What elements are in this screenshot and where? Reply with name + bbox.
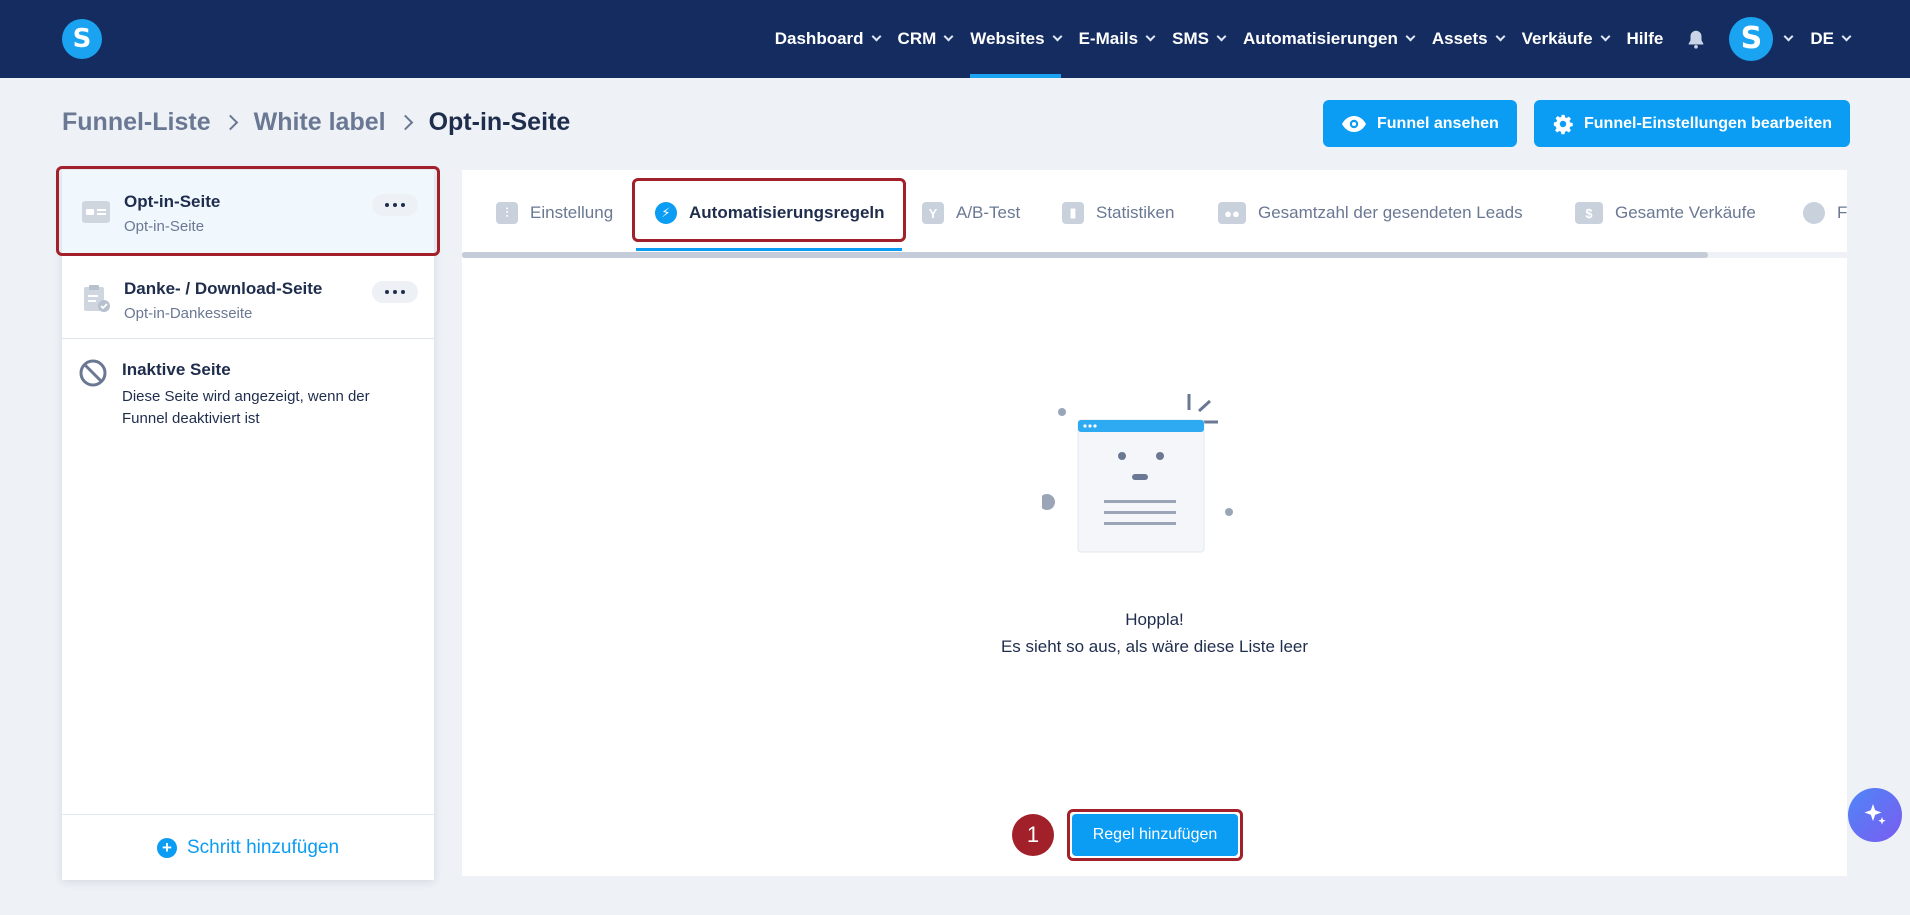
edit-funnel-settings-button[interactable]: Funnel-Einstellungen bearbeiten xyxy=(1534,100,1851,147)
tab-ab-test[interactable]: Y A/B-Test xyxy=(922,198,1020,228)
nav-label: E-Mails xyxy=(1078,29,1139,48)
button-label: Funnel-Einstellungen bearbeiten xyxy=(1584,114,1833,132)
user-avatar[interactable]: S xyxy=(1729,17,1774,61)
split-icon: Y xyxy=(922,202,944,224)
breadcrumb: Funnel-Liste White label Opt-in-Seite xyxy=(62,108,570,137)
nav-menu: Dashboard CRM Websites E-Mails SMS Autom… xyxy=(757,0,1852,78)
empty-state-message: Es sieht so aus, als wäre diese Liste le… xyxy=(1000,637,1309,656)
nav-label: SMS xyxy=(1172,29,1209,48)
chevron-down-icon xyxy=(943,31,954,42)
eye-icon xyxy=(1342,115,1366,132)
nav-item-verkaeufe[interactable]: Verkäufe xyxy=(1521,0,1610,78)
chevron-down-icon xyxy=(1600,31,1610,42)
nav-label: Verkäufe xyxy=(1521,29,1593,48)
button-label: Funnel ansehen xyxy=(1377,114,1499,132)
chevron-right-icon xyxy=(397,114,413,131)
empty-list-illustration-icon xyxy=(1042,394,1233,553)
top-navigation: S Dashboard CRM Websites E-Mails SMS Aut… xyxy=(0,0,1910,78)
nav-item-websites[interactable]: Websites xyxy=(970,0,1063,78)
tab-label: F xyxy=(1837,203,1847,222)
sliders-icon: ⫶ xyxy=(496,202,518,224)
tab-label: Gesamtzahl der gesendeten Leads xyxy=(1258,203,1523,222)
more-options-icon[interactable] xyxy=(372,194,418,216)
chevron-down-icon xyxy=(1216,31,1227,42)
language-label: DE xyxy=(1810,29,1834,48)
chevron-down-icon xyxy=(871,31,881,42)
tab-truncated[interactable]: F xyxy=(1803,198,1847,228)
step-title: Danke- / Download-Seite xyxy=(124,279,323,298)
add-step-label: Schritt hinzufügen xyxy=(186,836,340,858)
nav-label: Automatisierungen xyxy=(1242,29,1398,48)
chevron-down-icon xyxy=(1841,31,1852,42)
funnel-steps-sidebar: Opt-in-Seite Opt-in-Seite Danke- / Downl… xyxy=(56,166,440,880)
nav-item-automatisierungen[interactable]: Automatisierungen xyxy=(1242,0,1416,78)
nav-label: Websites xyxy=(970,29,1045,48)
bar-chart-icon: ▮ xyxy=(1062,202,1084,224)
tab-statistics[interactable]: ▮ Statistiken xyxy=(1062,198,1174,228)
chevron-down-icon xyxy=(1052,31,1063,42)
add-step-button[interactable]: + Schritt hinzufügen xyxy=(62,814,434,880)
inactive-page-title: Inaktive Seite xyxy=(122,360,231,379)
nav-item-crm[interactable]: CRM xyxy=(897,0,954,78)
chevron-down-icon xyxy=(1405,31,1416,42)
gear-icon xyxy=(1553,114,1573,134)
step-title: Opt-in-Seite xyxy=(124,192,221,211)
tab-total-sales[interactable]: $ Gesamte Verkäufe xyxy=(1575,198,1756,228)
nav-item-emails[interactable]: E-Mails xyxy=(1078,0,1156,78)
tab-label: Einstellung xyxy=(530,203,614,222)
users-icon: ●● xyxy=(1218,202,1246,224)
tab-label: Gesamte Verkäufe xyxy=(1615,203,1756,222)
more-options-icon[interactable] xyxy=(372,281,418,303)
dollar-icon: $ xyxy=(1575,202,1603,224)
empty-state-title: Hoppla! xyxy=(1125,610,1184,629)
step-subtitle: Opt-in-Seite xyxy=(124,218,205,235)
step-detail-panel: ⫶ Einstellung ⚡ Automatisierungsregeln Y A/… xyxy=(462,170,1847,876)
ai-assistant-button[interactable] xyxy=(1848,788,1902,842)
nav-item-dashboard[interactable]: Dashboard xyxy=(774,0,881,78)
breadcrumb-funnel-list[interactable]: Funnel-Liste xyxy=(62,108,211,137)
app-logo[interactable]: S xyxy=(62,19,102,59)
add-rule-button[interactable]: Regel hinzufügen xyxy=(1072,814,1238,856)
tab-bar: ⫶ Einstellung ⚡ Automatisierungsregeln Y A/… xyxy=(462,170,1847,252)
nav-item-help[interactable]: Hilfe xyxy=(1627,0,1664,78)
step-subtitle: Opt-in-Dankesseite xyxy=(124,305,253,322)
tab-settings[interactable]: ⫶ Einstellung xyxy=(496,198,613,228)
language-selector[interactable]: DE xyxy=(1810,0,1852,78)
active-tab-indicator xyxy=(636,248,902,251)
plus-circle-icon: + xyxy=(156,837,177,858)
step-item-opt-in[interactable]: Opt-in-Seite Opt-in-Seite xyxy=(56,166,440,256)
ban-icon xyxy=(79,359,107,387)
nav-label: Assets xyxy=(1431,29,1488,48)
view-funnel-button[interactable]: Funnel ansehen xyxy=(1323,100,1517,147)
breadcrumb-current-page: Opt-in-Seite xyxy=(428,108,571,136)
chevron-right-icon xyxy=(222,114,238,131)
chevron-down-icon xyxy=(1145,31,1156,42)
nav-label: CRM xyxy=(897,29,937,48)
highlight-frame xyxy=(632,178,906,242)
bell-icon[interactable] xyxy=(1685,28,1707,50)
clock-icon xyxy=(1803,202,1825,224)
page-form-icon xyxy=(82,201,110,223)
step-item-thank-you[interactable]: Danke- / Download-Seite Opt-in-Dankessei… xyxy=(62,257,434,339)
tab-total-leads-sent[interactable]: ●● Gesamtzahl der gesendeten Leads xyxy=(1218,198,1523,228)
tab-scrollbar[interactable] xyxy=(462,252,1847,258)
nav-label: Hilfe xyxy=(1626,29,1664,48)
step-number-badge: 1 xyxy=(1012,814,1054,856)
inactive-page-description: Diese Seite wird angezeigt, wenn der Fun… xyxy=(122,388,370,427)
chevron-down-icon xyxy=(1495,31,1506,42)
clipboard-check-icon xyxy=(84,285,110,312)
tab-label: Statistiken xyxy=(1096,203,1175,222)
breadcrumb-white-label[interactable]: White label xyxy=(254,108,386,137)
tab-label: A/B-Test xyxy=(956,203,1021,222)
nav-item-assets[interactable]: Assets xyxy=(1431,0,1506,78)
nav-item-sms[interactable]: SMS xyxy=(1172,0,1227,78)
scrollbar-thumb[interactable] xyxy=(462,252,1708,258)
chevron-down-icon[interactable] xyxy=(1783,31,1794,42)
sparkle-icon xyxy=(1864,804,1886,825)
nav-label: Dashboard xyxy=(774,29,864,48)
step-item-inactive[interactable]: Inaktive Seite Diese Seite wird angezeig… xyxy=(62,340,434,440)
